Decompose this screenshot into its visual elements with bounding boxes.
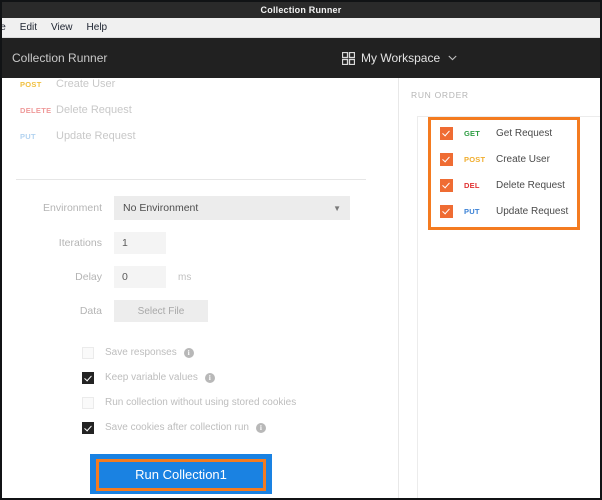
data-label: Data (2, 305, 114, 317)
request-method-badge: DEL (464, 181, 496, 190)
menu-item-file[interactable]: le (0, 20, 13, 35)
checkbox-run-order-post[interactable] (440, 153, 453, 166)
option-label: Save responses (105, 347, 177, 358)
iterations-input[interactable]: 1 (114, 232, 166, 254)
window-title: Collection Runner (261, 5, 342, 15)
request-name: Create User (56, 78, 115, 90)
checkbox-save-cookies[interactable] (82, 422, 94, 434)
request-method-badge: GET (464, 129, 496, 138)
chevron-down-icon (448, 53, 457, 63)
run-order-title: RUN ORDER (411, 90, 469, 100)
runner-config-pane: POST Create User DELETE Delete Request P… (2, 78, 384, 498)
delay-unit: ms (178, 272, 191, 283)
collection-request-list: POST Create User DELETE Delete Request P… (2, 78, 372, 156)
request-name: Create User (496, 154, 550, 165)
checkbox-save-responses[interactable] (82, 347, 94, 359)
section-divider (16, 179, 366, 180)
checkbox-keep-variable-values[interactable] (82, 372, 94, 384)
run-collection-label: Run Collection1 (135, 467, 227, 482)
request-name: Delete Request (496, 180, 565, 191)
menu-item-help[interactable]: Help (80, 20, 115, 35)
runner-options-list: Save responses i Keep variable values i … (2, 340, 374, 440)
request-name: Update Request (56, 130, 136, 142)
option-keep-variable-values[interactable]: Keep variable values i (2, 365, 374, 390)
list-item[interactable]: PUT Update Request (2, 130, 372, 156)
runner-settings-form: Environment No Environment ▼ Iterations … (2, 196, 374, 334)
request-name: Delete Request (56, 104, 132, 116)
environment-label: Environment (2, 202, 114, 214)
iterations-label: Iterations (2, 237, 114, 249)
run-collection-button[interactable]: Run Collection1 (90, 454, 272, 494)
request-method-badge: PUT (20, 132, 56, 141)
delay-input[interactable]: 0 (114, 266, 166, 288)
workspace-label: My Workspace (361, 51, 440, 65)
checkbox-run-order-del[interactable] (440, 179, 453, 192)
menu-item-edit[interactable]: Edit (13, 20, 44, 35)
option-save-responses[interactable]: Save responses i (2, 340, 374, 365)
main-body: POST Create User DELETE Delete Request P… (2, 78, 600, 498)
window-titlebar: Collection Runner (2, 2, 600, 18)
list-item[interactable]: POST Create User (2, 78, 372, 104)
delay-row: Delay 0 ms (2, 266, 374, 288)
option-save-cookies[interactable]: Save cookies after collection run i (2, 415, 374, 440)
run-order-item-post[interactable]: POST Create User (431, 146, 577, 172)
environment-value: No Environment (123, 202, 198, 214)
run-order-left-rule (417, 116, 418, 498)
workspace-selector[interactable]: My Workspace (342, 38, 457, 78)
info-icon[interactable]: i (256, 423, 266, 433)
delay-label: Delay (2, 271, 114, 283)
checkbox-run-order-get[interactable] (440, 127, 453, 140)
request-method-badge: PUT (464, 207, 496, 216)
list-item[interactable]: DELETE Delete Request (2, 104, 372, 130)
run-order-item-del[interactable]: DEL Delete Request (431, 172, 577, 198)
environment-row: Environment No Environment ▼ (2, 196, 374, 220)
request-name: Update Request (496, 206, 568, 217)
option-label: Save cookies after collection run (105, 422, 249, 433)
option-run-without-cookies[interactable]: Run collection without using stored cook… (2, 390, 374, 415)
menu-item-view[interactable]: View (44, 20, 80, 35)
environment-select[interactable]: No Environment ▼ (114, 196, 350, 220)
run-order-pane: RUN ORDER GET Get Request POST Create Us… (398, 78, 601, 498)
checkbox-run-order-put[interactable] (440, 205, 453, 218)
request-method-badge: DELETE (20, 106, 56, 115)
info-icon[interactable]: i (184, 348, 194, 358)
option-label: Keep variable values (105, 372, 198, 383)
request-method-badge: POST (20, 80, 56, 89)
option-label: Run collection without using stored cook… (105, 397, 296, 408)
app-header-title: Collection Runner (12, 51, 107, 65)
iterations-row: Iterations 1 (2, 232, 374, 254)
request-method-badge: POST (464, 155, 496, 164)
app-header: Collection Runner My Workspace (2, 38, 600, 78)
data-row: Data Select File (2, 300, 374, 322)
checkbox-run-without-cookies[interactable] (82, 397, 94, 409)
menubar: le Edit View Help (2, 18, 600, 38)
grid-icon (342, 52, 355, 65)
run-order-highlight-box: GET Get Request POST Create User DEL Del… (428, 117, 580, 230)
run-order-item-get[interactable]: GET Get Request (431, 120, 577, 146)
select-file-button[interactable]: Select File (114, 300, 208, 322)
run-order-item-put[interactable]: PUT Update Request (431, 198, 577, 224)
info-icon[interactable]: i (205, 373, 215, 383)
chevron-down-icon: ▼ (333, 204, 341, 213)
request-name: Get Request (496, 128, 552, 139)
collection-runner-window: Collection Runner le Edit View Help Coll… (0, 0, 602, 500)
